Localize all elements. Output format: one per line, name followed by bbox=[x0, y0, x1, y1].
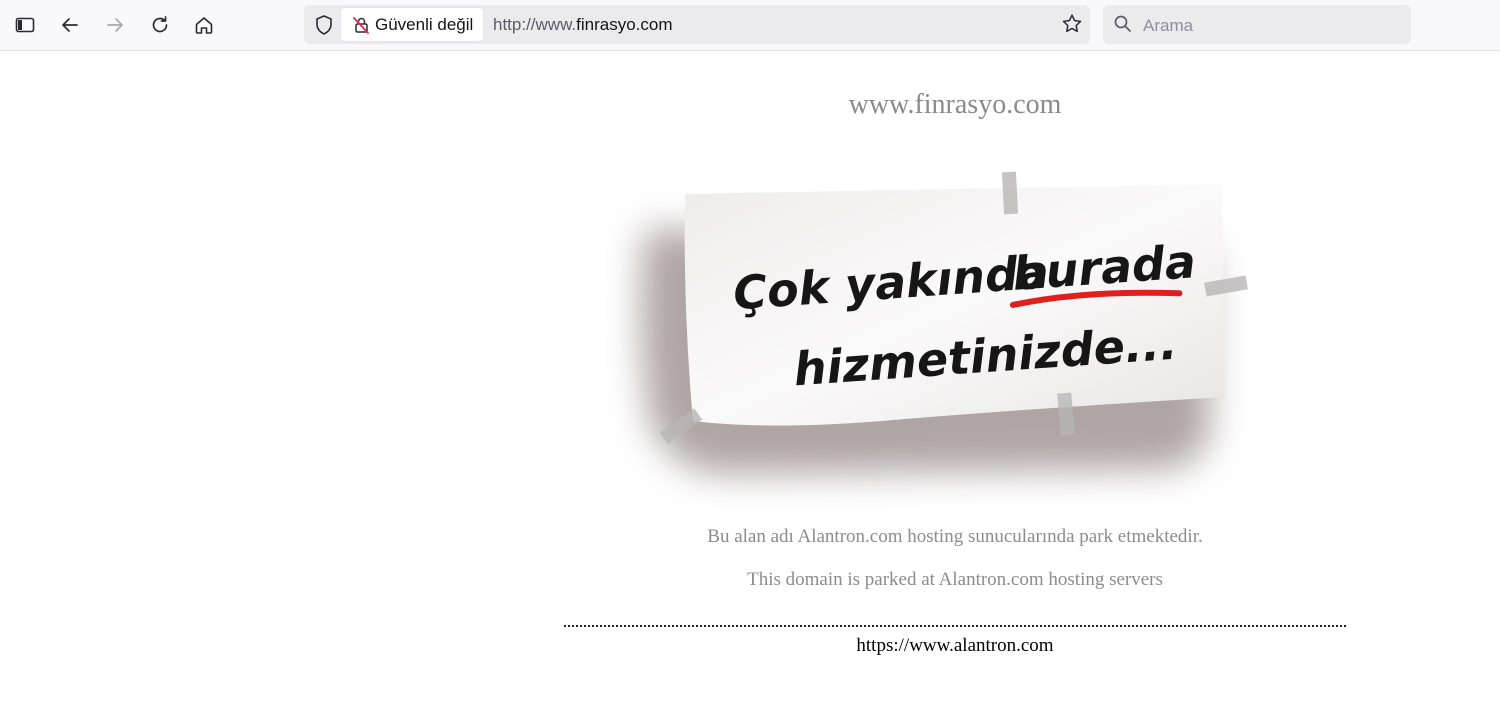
back-icon bbox=[62, 18, 78, 32]
security-indicator[interactable]: Güvenli değil bbox=[341, 8, 484, 41]
dotted-divider bbox=[564, 625, 1346, 627]
coming-soon-sign: Çok yakında burada hizmetinizde... bbox=[641, 171, 1248, 474]
search-icon bbox=[1114, 15, 1131, 32]
insecure-lock-icon bbox=[353, 16, 369, 34]
search-input[interactable] bbox=[1141, 8, 1405, 43]
sidebar-icon bbox=[15, 17, 35, 33]
security-label: Güvenli değil bbox=[375, 14, 474, 34]
forward-button[interactable] bbox=[99, 9, 131, 41]
url-prefix: http://www. bbox=[493, 15, 577, 34]
forward-icon bbox=[107, 18, 123, 32]
home-icon bbox=[195, 17, 213, 34]
sidebar-toggle-button[interactable] bbox=[9, 9, 41, 41]
shield-icon[interactable] bbox=[312, 13, 336, 37]
address-bar[interactable]: Güvenli değil http://www.finrasyo.com bbox=[304, 5, 1090, 44]
search-bar[interactable] bbox=[1103, 5, 1411, 44]
reload-icon bbox=[152, 16, 168, 33]
reload-button[interactable] bbox=[144, 9, 176, 41]
url-text[interactable]: http://www.finrasyo.com bbox=[493, 15, 673, 35]
site-title: www.finrasyo.com bbox=[848, 89, 1062, 120]
parking-notice-en: This domain is parked at Alantron.com ho… bbox=[747, 569, 1163, 590]
url-host: finrasyo.com bbox=[576, 15, 673, 34]
parking-notice-tr: Bu alan adı Alantron.com hosting sunucul… bbox=[707, 526, 1203, 547]
home-button[interactable] bbox=[188, 9, 220, 41]
back-button[interactable] bbox=[54, 9, 86, 41]
page-content: www.finrasyo.com Çok yakında burada hizm… bbox=[0, 51, 1500, 722]
browser-toolbar: Güvenli değil http://www.finrasyo.com bbox=[0, 0, 1500, 51]
star-icon[interactable] bbox=[1060, 12, 1084, 36]
tape-top bbox=[1001, 171, 1019, 215]
alantron-link[interactable]: https://www.alantron.com bbox=[0, 635, 1500, 657]
